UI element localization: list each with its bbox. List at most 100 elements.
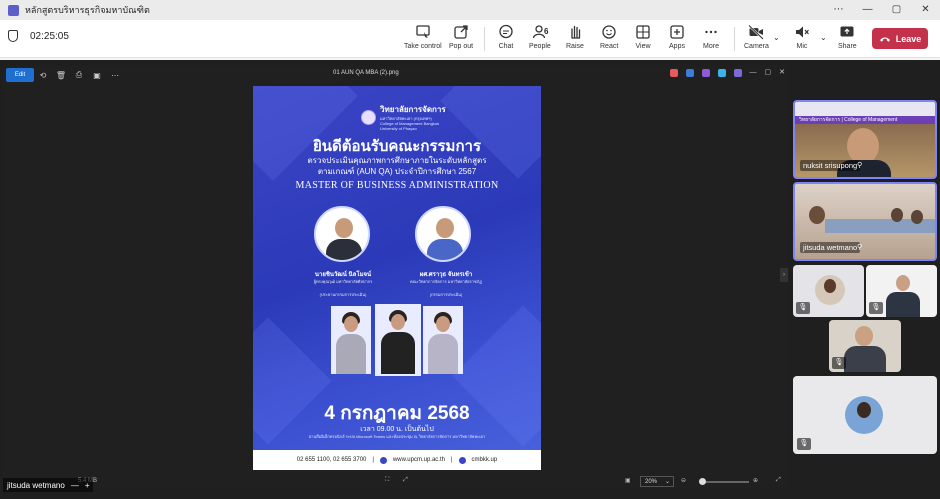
viewer-statusbar: 5.4 MB ⛶ ⤢ ▣ 20% ⌄ ⊖ ⊕ ⤢ xyxy=(3,474,789,489)
chat-label: Chat xyxy=(498,43,514,50)
view-label: View xyxy=(635,43,651,50)
participant-name: nuksit srisupong xyxy=(800,160,861,171)
edit-button[interactable]: Edit xyxy=(6,68,34,82)
take-control-button[interactable]: Take control xyxy=(404,24,442,54)
app-icon[interactable] xyxy=(701,69,710,77)
fullscreen-icon[interactable]: ⤢ xyxy=(403,477,408,484)
toolbar-divider xyxy=(734,27,735,51)
image-icon[interactable]: ▣ xyxy=(625,477,631,484)
participant-tile[interactable]: 🎙 xyxy=(829,320,901,372)
react-button[interactable]: React xyxy=(600,24,618,54)
zoom-out-icon[interactable]: ⊖ xyxy=(681,477,686,484)
print-icon[interactable]: ⎙ xyxy=(70,70,88,80)
zoom-in-icon[interactable]: + xyxy=(85,481,90,490)
teams-logo-icon xyxy=(8,4,19,16)
poster-footer: 02 655 1100, 02 655 3700 | www.upcm.up.a… xyxy=(253,450,541,470)
chat-icon xyxy=(499,24,513,39)
phone-numbers: 02 655 1100, 02 655 3700 xyxy=(296,457,367,463)
participant-face xyxy=(824,279,836,293)
zoom-slider[interactable] xyxy=(699,478,749,485)
faculty-photo xyxy=(331,306,371,374)
fit-icon[interactable]: ⛶ xyxy=(385,477,389,484)
minimize-icon[interactable]: — xyxy=(750,69,757,77)
share-button[interactable]: Share xyxy=(838,24,857,54)
participant-tile[interactable]: jitsuda wetmano ⚲ xyxy=(793,182,937,261)
committee-title: (กรรมการประเมิน) xyxy=(429,292,463,297)
maximize-icon[interactable]: ▢ xyxy=(765,69,772,77)
close-icon[interactable]: ✕ xyxy=(911,0,940,20)
participant-body xyxy=(844,346,886,372)
people-label: People xyxy=(529,43,551,50)
view-button[interactable]: View xyxy=(635,24,651,54)
title-bar: หลักสูตรบริหารธุรกิจมหาบัณฑิต ⋯ — ▢ ✕ xyxy=(0,0,940,20)
ellipsis-icon xyxy=(705,30,717,34)
website: www.upcm.up.ac.th xyxy=(392,457,445,463)
more-label: More xyxy=(703,43,719,50)
participant-tile[interactable]: วิทยาลัยการจัดการ | College of Managemen… xyxy=(793,100,937,179)
maximize-icon[interactable]: ▢ xyxy=(882,0,911,20)
timer-text: 02:25:05 xyxy=(30,30,69,42)
mic-options-chevron-icon[interactable]: ⌄ xyxy=(820,33,827,42)
footer-separator: | xyxy=(450,457,453,463)
participant-face xyxy=(911,210,923,224)
mic-label: Mic xyxy=(796,43,808,50)
mic-off-icon: 🎙 xyxy=(796,302,810,314)
raise-hand-button[interactable]: Raise xyxy=(566,24,584,54)
more-button[interactable]: More xyxy=(703,24,719,54)
next-image-arrow-icon[interactable]: › xyxy=(780,268,788,282)
expand-icon[interactable]: ⤢ xyxy=(776,477,781,484)
pin-icon[interactable]: ⚲ xyxy=(857,161,862,169)
raise-label: Raise xyxy=(566,43,584,50)
camera-options-chevron-icon[interactable]: ⌄ xyxy=(773,33,780,42)
participant-tile[interactable]: 🎙 xyxy=(793,376,937,454)
committee-title: (ประธานกรรมการประเมิน) xyxy=(319,292,367,297)
close-icon[interactable]: ✕ xyxy=(779,69,785,77)
committee-name: นายชินวัฒน์ นิลโมจน์ xyxy=(314,272,372,278)
phone-hangup-icon xyxy=(879,37,890,42)
pop-out-label: Pop out xyxy=(449,43,474,50)
apps-button[interactable]: Apps xyxy=(669,24,685,54)
globe-icon xyxy=(379,456,387,464)
college-name-th: วิทยาลัยการจัดการ xyxy=(380,105,446,114)
poster-image: วิทยาลัยการจัดการ มหาวิทยาลัยพะเยา (กรุง… xyxy=(253,86,541,470)
app-icon[interactable] xyxy=(685,69,694,77)
zoom-slider-knob[interactable] xyxy=(699,478,706,485)
app-icon[interactable] xyxy=(717,69,726,77)
committee-portrait xyxy=(314,206,370,262)
minimize-icon[interactable]: — xyxy=(853,0,882,20)
share-label: Share xyxy=(838,43,857,50)
pin-icon[interactable]: ⚲ xyxy=(857,243,862,251)
more-icon[interactable]: ⋯ xyxy=(106,71,124,80)
committee-role: คณะวิทยาการจัดการ มหาวิทยาลัยราชภัฏ xyxy=(410,279,482,284)
event-venue: ผ่านสื่ออิเล็กทรอนิกส์ ระบบ Microsoft Te… xyxy=(308,434,486,439)
participant-tile[interactable]: 🎙 xyxy=(793,265,864,317)
footer-separator: | xyxy=(372,457,374,463)
camera-label: Camera xyxy=(744,43,769,50)
save-icon[interactable]: ▣ xyxy=(88,71,106,80)
delete-icon[interactable]: 🗑 xyxy=(52,71,70,80)
react-label: React xyxy=(600,43,619,50)
zoom-select[interactable]: 20% ⌄ xyxy=(640,476,674,487)
mic-button[interactable]: Mic xyxy=(794,24,810,54)
toolbar-divider xyxy=(484,27,485,51)
participant-tile[interactable]: 🎙 xyxy=(866,265,937,317)
zoom-in-icon[interactable]: ⊕ xyxy=(753,477,758,484)
chat-button[interactable]: Chat xyxy=(498,24,514,54)
pop-out-button[interactable]: Pop out xyxy=(449,24,473,54)
sharer-name: jitsuda wetmano xyxy=(7,480,65,490)
meeting-toolbar: 02:25:05 Take control Pop out Chat Peopl… xyxy=(0,20,940,58)
rotate-icon[interactable]: ⟲ xyxy=(34,71,52,80)
university-seal-icon xyxy=(361,109,376,125)
mic-off-icon: 🎙 xyxy=(832,357,846,369)
app-icon[interactable] xyxy=(669,69,678,77)
college-logo: วิทยาลัยการจัดการ มหาวิทยาลัยพะเยา (กรุง… xyxy=(361,103,446,131)
zoom-out-icon[interactable]: — xyxy=(71,481,79,490)
more-options-icon[interactable]: ⋯ xyxy=(824,0,853,20)
facebook-icon xyxy=(458,456,466,464)
app-icon[interactable] xyxy=(733,69,742,77)
camera-button[interactable]: Camera xyxy=(744,24,769,54)
committee-portrait xyxy=(415,206,471,262)
leave-button[interactable]: Leave xyxy=(872,28,928,49)
participant-face xyxy=(855,326,873,346)
hand-icon xyxy=(571,25,581,39)
